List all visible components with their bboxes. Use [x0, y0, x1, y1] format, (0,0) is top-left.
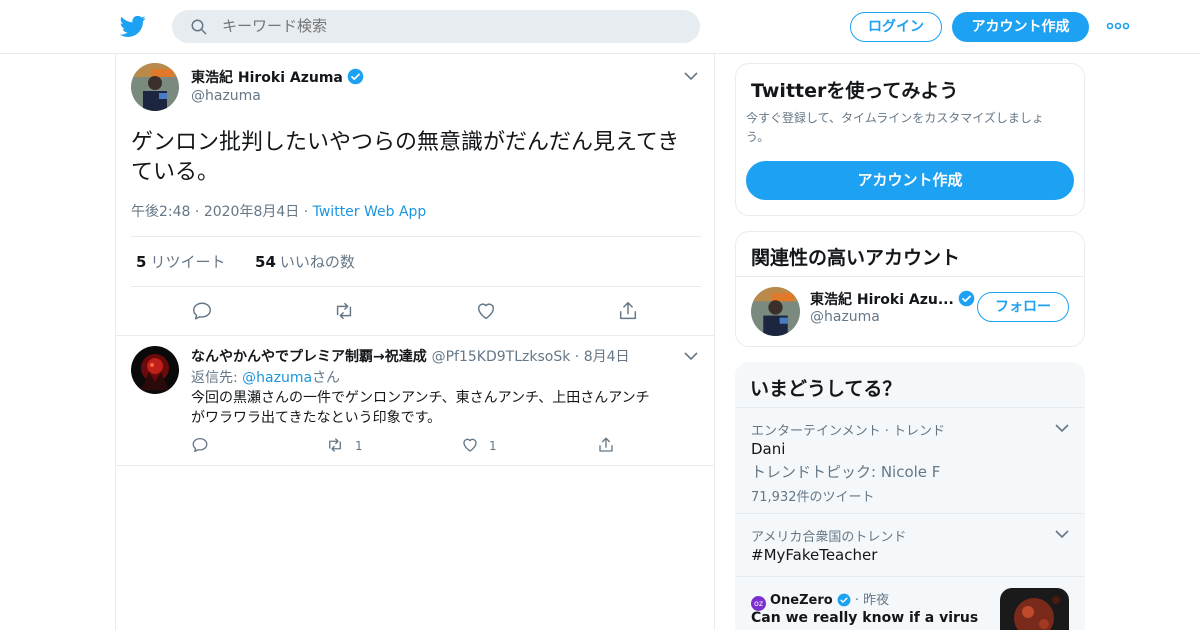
trend-subtitle: トレンドトピック: Nicole F [751, 463, 941, 481]
meta-dot: · [570, 349, 584, 365]
news-headline: Can we really know if a virus was [751, 610, 981, 626]
reply-share-action[interactable] [597, 436, 625, 456]
trends-panel: いまどうしてる？ エンターテインメント · トレンド Dani トレンドトピック… [735, 362, 1085, 630]
divider [131, 236, 701, 237]
tweet-meta: 午後2:48 · 2020年8月4日 · Twitter Web App [131, 201, 426, 221]
retweet-icon[interactable] [333, 300, 355, 322]
news-item[interactable]: oz OneZero · 昨夜 Can we really know if a v… [735, 576, 1085, 630]
more-options-icon[interactable] [1106, 18, 1130, 34]
divider [116, 335, 714, 336]
like-icon [463, 438, 477, 452]
reply-author-handle[interactable]: @Pf15KD9TLzksoSk [432, 349, 571, 365]
share-icon[interactable] [617, 300, 639, 322]
verified-badge-icon [347, 68, 364, 85]
reply-icon [192, 437, 208, 453]
login-button[interactable]: ログイン [850, 12, 942, 42]
tweet-text: ゲンロン批判したいやつらの無意識がだんだん見えてきている。 [131, 130, 680, 185]
news-source-line: oz OneZero · 昨夜 [751, 589, 889, 611]
share-icon [599, 437, 613, 452]
trend-item[interactable]: アメリカ合衆国のトレンド #MyFakeTeacher [735, 513, 1085, 576]
signup-promo-card: Twitterを使ってみよう 今すぐ登録して、タイムラインをカスタマイズしましょ… [735, 63, 1085, 216]
reply-text: 今回の黒瀬さんの一件でゲンロンアンチ、東さんアンチ、上田さんアンチ がワラワラ出… [191, 390, 650, 426]
search-bar[interactable] [172, 10, 700, 43]
search-input[interactable] [222, 10, 682, 43]
reply-retweet-action[interactable]: 1 [325, 436, 363, 456]
tweet-source-link[interactable]: Twitter Web App [313, 204, 427, 220]
reply-reply-action[interactable] [191, 436, 219, 456]
reply-date[interactable]: 8月4日 [584, 349, 630, 365]
trend-item[interactable]: エンターテインメント · トレンド Dani トレンドトピック: Nicole … [735, 407, 1085, 513]
divider [736, 276, 1084, 277]
author-name[interactable]: 東浩紀 Hiroki Azuma [191, 67, 364, 87]
promo-title: Twitterを使ってみよう [751, 80, 959, 102]
news-source: OneZero [770, 593, 833, 608]
reply-like-action[interactable]: 1 [461, 436, 497, 456]
trend-name: Dani [751, 440, 786, 458]
divider [131, 286, 701, 287]
top-header: ログイン アカウント作成 [0, 0, 1200, 54]
reply-avatar[interactable] [131, 346, 179, 394]
signup-button[interactable]: アカウント作成 [952, 12, 1089, 42]
tweet-column: 東浩紀 Hiroki Azuma @hazuma ゲンロン批判したいやつらの無意… [115, 54, 715, 630]
like-icon[interactable] [475, 300, 497, 322]
related-account-handle[interactable]: @hazuma [810, 309, 880, 325]
meta-dot: · [303, 204, 313, 220]
retweet-stat[interactable]: 5 リツイート [136, 253, 225, 271]
retweet-icon [329, 438, 341, 452]
reply-icon[interactable] [191, 300, 213, 322]
divider [116, 465, 714, 466]
chevron-down-icon[interactable] [1055, 423, 1069, 433]
search-icon [191, 19, 207, 35]
verified-badge-icon [837, 593, 851, 607]
author-handle[interactable]: @hazuma [191, 88, 261, 104]
news-thumbnail [1000, 588, 1069, 630]
trend-name: #MyFakeTeacher [751, 546, 878, 564]
chevron-down-icon[interactable] [1055, 529, 1069, 539]
trends-title: いまどうしてる？ [750, 378, 902, 400]
promo-subtitle: 今すぐ登録して、タイムラインをカスタマイズしましょ う。 [746, 111, 1044, 144]
like-stat[interactable]: 54 いいねの数 [255, 253, 355, 271]
follow-button[interactable]: フォロー [977, 292, 1069, 322]
onezero-logo-icon: oz [751, 596, 766, 611]
verified-badge-icon [958, 290, 975, 307]
related-accounts-card: 関連性の高いアカウント 東浩紀 Hiroki Azu... @hazuma フォ… [735, 231, 1085, 347]
twitter-logo-icon[interactable] [120, 13, 146, 39]
meta-dot: · [194, 204, 204, 220]
reply-to-line: 返信先: @hazumaさん [191, 370, 341, 386]
chevron-down-icon[interactable] [684, 71, 698, 81]
reply-to-handle[interactable]: @hazuma [242, 370, 312, 386]
avatar[interactable] [131, 63, 179, 111]
trend-category: アメリカ合衆国のトレンド [751, 530, 907, 545]
reply-author-name[interactable]: なんやかんやでプレミア制覇→祝達成 [191, 349, 427, 365]
news-time: 昨夜 [863, 593, 890, 608]
reply-author[interactable]: なんやかんやでプレミア制覇→祝達成 @Pf15KD9TLzksoSk · 8月4… [191, 346, 630, 366]
tweet-time[interactable]: 午後2:48 [131, 204, 190, 220]
trend-count: 71,932件のツイート [751, 490, 875, 505]
related-avatar[interactable] [751, 287, 800, 336]
chevron-down-icon[interactable] [684, 351, 698, 361]
trend-category: エンターテインメント · トレンド [751, 424, 946, 439]
related-account-name[interactable]: 東浩紀 Hiroki Azu... [810, 289, 975, 309]
tweet-stats: 5 リツイート 54 いいねの数 [136, 251, 355, 272]
promo-signup-button[interactable]: アカウント作成 [746, 161, 1074, 200]
related-title: 関連性の高いアカウント [751, 247, 961, 269]
tweet-date[interactable]: 2020年8月4日 [204, 204, 299, 220]
